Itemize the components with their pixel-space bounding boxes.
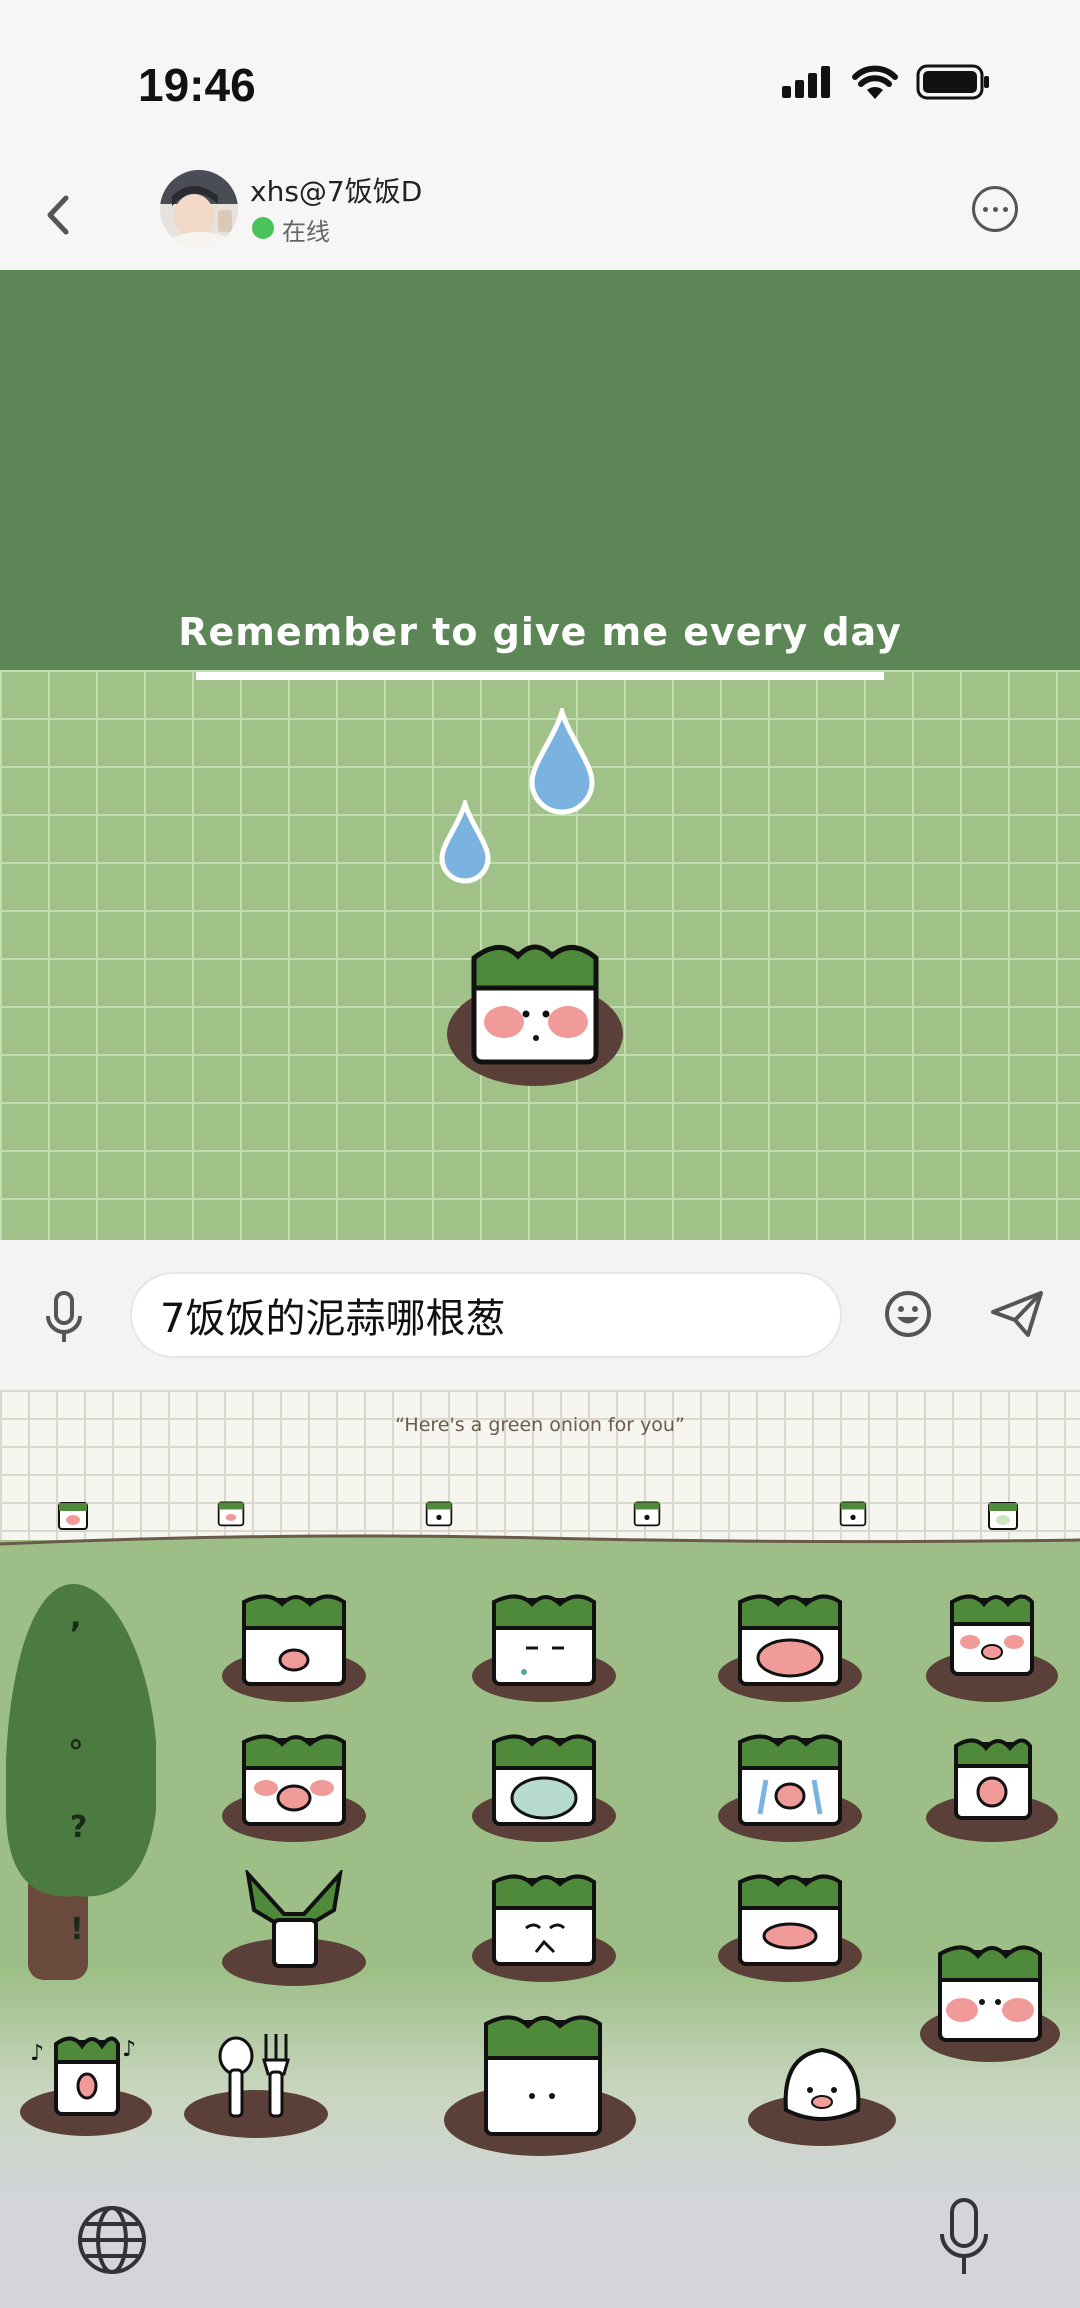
punctuation-question[interactable]: ? [70,1810,87,1845]
sticker-onion-shouting[interactable] [912,1730,1062,1850]
sticker-onion-big[interactable] [440,2010,640,2160]
sticker-rice-ball[interactable] [746,2030,896,2150]
back-icon[interactable] [40,190,80,240]
sticker-onion-pout[interactable] [464,1870,624,1990]
mini-onion-icon[interactable] [216,1498,246,1528]
svg-text:♪: ♪ [30,2041,44,2066]
status-time: 19:46 [138,59,256,111]
punctuation-exclamation[interactable]: ! [70,1912,84,1947]
emoji-icon[interactable] [884,1290,932,1338]
mini-onion-icon[interactable] [986,1498,1020,1532]
avatar[interactable] [160,170,238,248]
svg-text:♪: ♪ [122,2037,136,2062]
sticker-onion-arms-up[interactable] [214,1870,374,1990]
message-input[interactable]: 7饭饭的泥蒜哪根葱 [130,1272,842,1358]
send-icon[interactable] [990,1290,1044,1338]
mini-onion-icon[interactable] [424,1498,454,1528]
signal-icon [782,66,830,98]
sticker-spoon-fork[interactable] [180,2020,330,2140]
avatar-image [160,170,238,248]
keyboard-caption: “Here's a green onion for you” [395,1414,685,1436]
message-input-text: 7饭饭的泥蒜哪根葱 [160,1296,506,1342]
sticker-onion-laughing[interactable] [710,1590,870,1710]
battery-icon [916,64,989,100]
green-onion-character [447,944,623,1086]
sticker-onion-sleepy[interactable] [464,1590,624,1710]
chat-wallpaper: Remember to give me every day [0,270,1080,1240]
mini-onion-icon[interactable] [56,1498,90,1532]
punctuation-comma[interactable]: , [70,1600,81,1635]
contact-name[interactable]: xhs@7饭饭D [250,170,422,210]
status-bar: 19:46 [0,0,1080,160]
message-input-bar: 7饭饭的泥蒜哪根葱 [0,1240,1080,1390]
water-drop-small-icon [439,800,491,884]
sticker-onion-crying[interactable] [710,1730,870,1850]
banner-underline [196,672,884,680]
sticker-onion-singing[interactable]: ♪ ♪ [10,2020,160,2140]
online-status-dot [252,217,274,239]
chat-header: xhs@7饭饭D 在线 [0,160,1080,270]
microphone-icon[interactable] [44,1290,84,1344]
mini-onion-icon[interactable] [838,1498,868,1528]
sticker-onion-surprised[interactable] [214,1590,374,1710]
wallpaper-banner-text: Remember to give me every day [178,610,902,654]
sticker-onion-blush[interactable] [912,1590,1062,1710]
punctuation-period[interactable]: 。 [70,1712,100,1756]
water-drop-large-icon [529,708,595,815]
keyboard-microphone-icon[interactable] [938,2198,990,2278]
globe-icon[interactable] [76,2204,148,2276]
more-icon[interactable] [972,186,1018,232]
keyboard-wave-edge [0,1534,1080,1558]
wifi-icon [852,65,898,99]
sticker-onion-grin[interactable] [710,1870,870,1990]
mini-onion-icon[interactable] [632,1498,662,1528]
sticker-onion-blush-large[interactable] [912,1940,1062,2070]
sticker-keyboard: “Here's a green onion for you” , 。 ? ! ♪… [0,1390,1080,2308]
status-icons [782,64,990,100]
sticker-onion-mask[interactable] [464,1730,624,1850]
online-status-text: 在线 [282,218,330,246]
sticker-onion-angry[interactable] [214,1730,374,1850]
